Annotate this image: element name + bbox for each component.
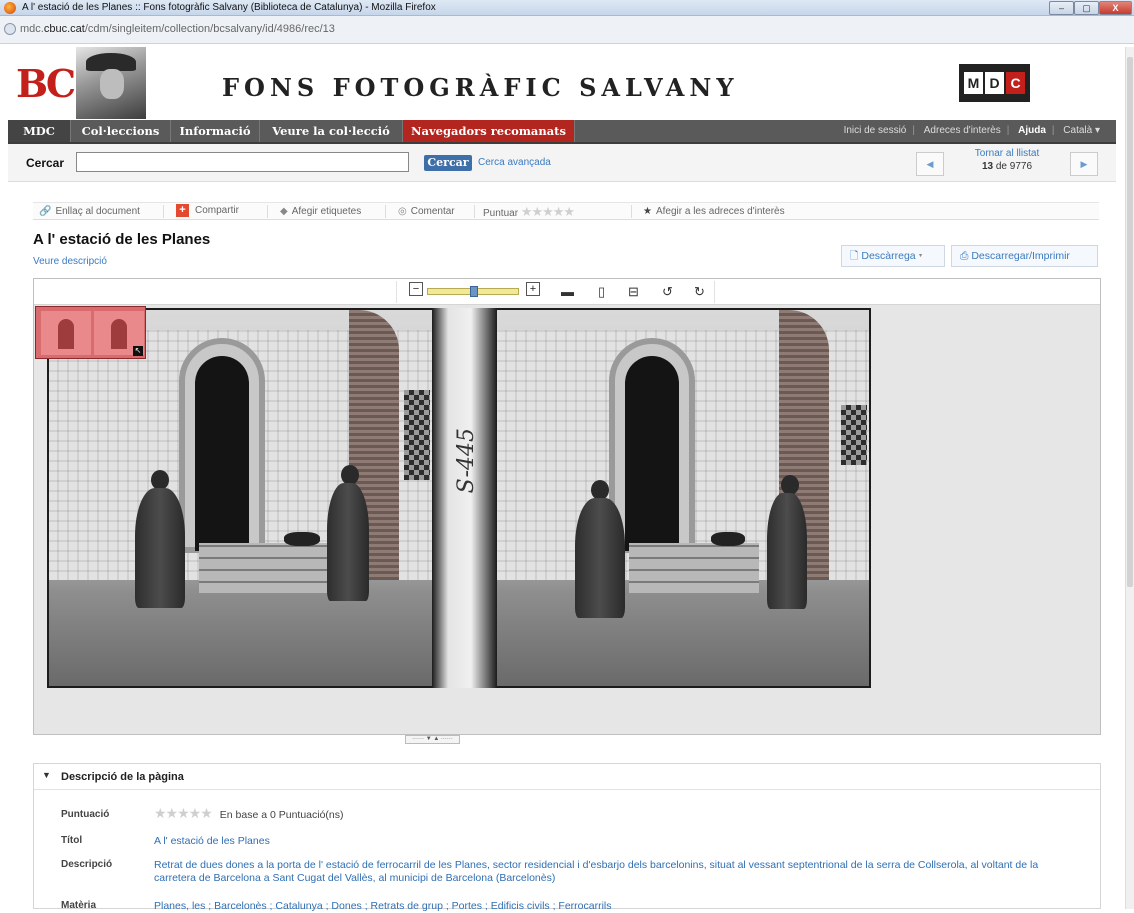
- window-title: A l' estació de les Planes :: Fons fotog…: [22, 2, 436, 13]
- main-nav: MDC Col·leccions Informació Veure la col…: [8, 120, 1116, 144]
- description-header[interactable]: ▼ Descripció de la pàgina: [34, 764, 1100, 790]
- rotate-left-icon[interactable]: ↺: [662, 284, 673, 300]
- tag-icon: ◆: [280, 206, 288, 217]
- login-link[interactable]: Inici de sessió: [844, 125, 907, 136]
- search-label: Cercar: [26, 156, 65, 170]
- fit-height-icon[interactable]: ⊟: [628, 284, 639, 300]
- viewer-toolbar: − + ▬ ▯ ⊟ ↺ ↻: [34, 279, 1100, 305]
- nav-view-collection[interactable]: Veure la col·lecció: [260, 120, 403, 142]
- navigator-thumbnail[interactable]: ↖: [35, 306, 146, 359]
- zoom-in-button[interactable]: +: [526, 282, 540, 296]
- next-item-button[interactable]: ▶: [1070, 152, 1098, 176]
- site-title: FONS FOTOGRÀFIC SALVANY: [222, 73, 739, 102]
- search-input[interactable]: [76, 152, 409, 172]
- download-dropdown[interactable]: 🗋 Descàrrega ▾: [841, 245, 945, 267]
- nav-recommended-browsers[interactable]: Navegadors recomanats: [403, 120, 575, 142]
- link-icon: 🔗: [39, 206, 52, 217]
- page-scrollbar[interactable]: [1125, 47, 1134, 909]
- stereo-photograph: S-445: [47, 308, 871, 688]
- print-icon: ⎙: [960, 250, 972, 262]
- title-label: Títol: [61, 835, 83, 846]
- nav-right-links: Inici de sessió | Adreces d'interès | Ajud…: [843, 125, 1100, 136]
- fit-width-icon[interactable]: ▯: [598, 284, 605, 300]
- bc-logo[interactable]: BC: [16, 64, 76, 104]
- share-plus-icon: +: [176, 204, 189, 217]
- link-to-document[interactable]: 🔗 Enllaç al document: [39, 206, 140, 217]
- add-favorite-button[interactable]: ★ Afegir a les adreces d'interès: [643, 206, 785, 217]
- subject-label: Matèria: [61, 900, 97, 911]
- language-select[interactable]: Català ▾: [1063, 125, 1100, 136]
- title-value[interactable]: A l' estació de les Planes: [154, 835, 1074, 848]
- nav-mdc[interactable]: MDC: [8, 120, 71, 142]
- rating-text: En base a 0 Puntuació(ns): [219, 809, 344, 821]
- rating-stars[interactable]: ★★★★★: [521, 204, 575, 219]
- url-text[interactable]: mdc.cbuc.cat/cdm/singleitem/collection/b…: [20, 23, 335, 35]
- add-tags-button[interactable]: ◆ Afegir etiquetes: [280, 206, 361, 217]
- rate-control[interactable]: Puntuar ★★★★★: [483, 204, 575, 220]
- maximize-button[interactable]: ▢: [1074, 1, 1099, 15]
- nav-information[interactable]: Informació: [171, 120, 260, 142]
- window-titlebar: A l' estació de les Planes :: Fons fotog…: [0, 0, 1134, 16]
- plate-number: S-445: [454, 428, 479, 494]
- mdc-logo[interactable]: MDC: [959, 64, 1030, 102]
- result-counter: 13 de 9776: [981, 161, 1033, 172]
- viewer-resize-handle[interactable]: ······ ▼ ▲ ······: [405, 735, 460, 744]
- rotate-right-icon[interactable]: ↻: [694, 284, 705, 300]
- zoom-slider-knob[interactable]: [470, 286, 478, 297]
- interest-links[interactable]: Adreces d'interès: [924, 125, 1001, 136]
- download-print-button[interactable]: ⎙ Descarregar/Imprimir: [951, 245, 1098, 267]
- salvany-portrait: [76, 47, 146, 119]
- search-row: Cercar Cercar Cerca avançada ◀ Tornar al…: [8, 144, 1116, 182]
- address-bar[interactable]: mdc.cbuc.cat/cdm/singleitem/collection/b…: [0, 16, 1134, 44]
- collapse-arrow-icon[interactable]: ↖: [133, 346, 143, 356]
- file-icon: 🗋: [850, 250, 862, 262]
- nav-collections[interactable]: Col·leccions: [71, 120, 171, 142]
- description-heading: Descripció de la pàgina: [61, 771, 184, 783]
- close-button[interactable]: X: [1099, 1, 1132, 15]
- rating-label: Puntuació: [61, 809, 110, 820]
- scrollbar-thumb[interactable]: [1127, 57, 1133, 587]
- site-banner: BC FONS FOTOGRÀFIC SALVANY MDC: [8, 47, 1116, 119]
- minimize-button[interactable]: –: [1049, 1, 1074, 15]
- document-toolbar: 🔗 Enllaç al document + Compartir ◆ Afegir e…: [33, 202, 1099, 220]
- document-title: A l' estació de les Planes: [33, 231, 211, 248]
- page-description-panel: ▼ Descripció de la pàgina Puntuació ★★★★…: [33, 763, 1101, 912]
- advanced-search-link[interactable]: Cerca avançada: [478, 157, 551, 168]
- help-link[interactable]: Ajuda: [1018, 125, 1046, 136]
- description-value[interactable]: Retrat de dues dones a la porta de l' es…: [154, 859, 1074, 885]
- rating-stars-display[interactable]: ★★★★★: [154, 805, 213, 821]
- description-label: Descripció: [61, 859, 113, 870]
- zoom-slider[interactable]: [427, 286, 519, 297]
- search-button[interactable]: Cercar: [424, 155, 472, 171]
- globe-icon: [4, 23, 16, 35]
- share-button[interactable]: + Compartir: [176, 204, 239, 217]
- collapse-triangle-icon[interactable]: ▼: [42, 770, 51, 780]
- plate-gap: S-445: [432, 308, 497, 688]
- image-viewer[interactable]: − + ▬ ▯ ⊟ ↺ ↻ ↖ S-445: [33, 278, 1101, 735]
- firefox-icon: [4, 2, 16, 14]
- zoom-out-button[interactable]: −: [409, 282, 423, 296]
- previous-item-button[interactable]: ◀: [916, 152, 944, 176]
- comment-icon: ◎: [398, 206, 407, 217]
- fit-window-icon[interactable]: ▬: [561, 284, 574, 299]
- back-to-list-link[interactable]: Tornar al llistat: [948, 148, 1066, 159]
- star-icon: ★: [643, 206, 652, 217]
- subject-value[interactable]: Planes, les ; Barcelonès ; Catalunya ; D…: [154, 900, 1074, 913]
- comment-button[interactable]: ◎ Comentar: [398, 206, 455, 217]
- show-description-link[interactable]: Veure descripció: [33, 256, 107, 267]
